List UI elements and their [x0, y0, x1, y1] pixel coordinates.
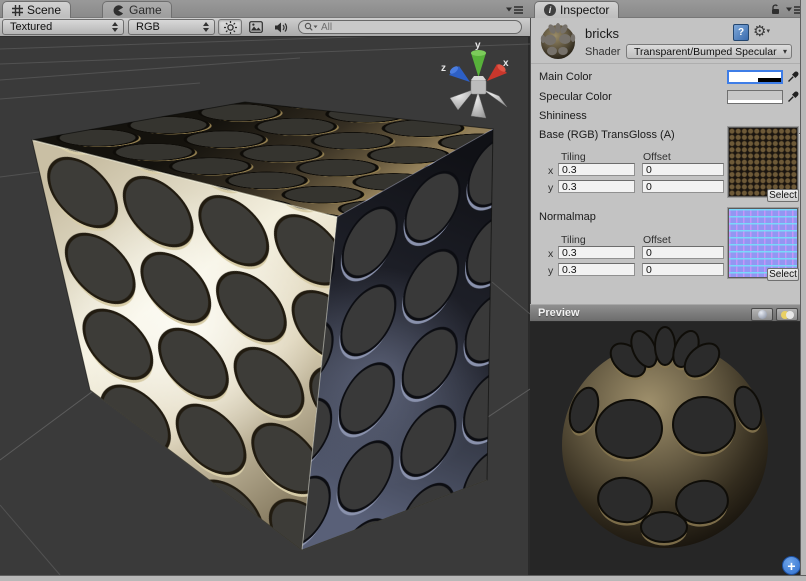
scene-audio-button[interactable] — [269, 19, 293, 35]
row-y-label: y — [548, 265, 553, 277]
header-divider — [531, 63, 806, 64]
preview-header[interactable]: Preview — [530, 304, 806, 322]
gear-icon: ⚙ — [753, 23, 766, 40]
tab-inspector[interactable]: i Inspector — [534, 1, 619, 18]
scene-panel: Scene Game Textured RGB — [0, 0, 530, 581]
gizmo-label-y: y — [475, 40, 481, 51]
scene-viewport[interactable]: y x z — [0, 37, 530, 575]
main-color-label: Main Color — [539, 71, 592, 83]
gizmo-label-z: z — [441, 63, 446, 74]
base-texture-thumbnail[interactable] — [728, 127, 798, 197]
normal-offset-x-field[interactable] — [642, 246, 724, 259]
base-tiling-x-field[interactable] — [558, 163, 635, 176]
preview-light-button[interactable] — [776, 308, 798, 321]
scene-search-input[interactable] — [321, 21, 515, 33]
scene-cube[interactable] — [32, 102, 493, 550]
inspector-body: bricks Shader Transparent/Bumped Specula… — [530, 18, 806, 304]
normal-tiling-y-field[interactable] — [558, 263, 635, 276]
base-texture-select-button[interactable]: Select — [767, 189, 799, 202]
alpha-bar — [758, 78, 781, 82]
add-button[interactable]: + — [782, 556, 801, 575]
offset-header: Offset — [643, 234, 671, 246]
info-icon: i — [544, 4, 556, 16]
color-channel-dropdown[interactable]: RGB — [128, 19, 215, 35]
row-x-label: x — [548, 165, 553, 177]
sphere-icon — [758, 310, 767, 319]
light-dot-white-icon — [786, 311, 794, 319]
alpha-bar — [728, 100, 782, 103]
offset-header: Offset — [643, 151, 671, 163]
row-y-label: y — [548, 182, 553, 194]
gizmo-axis-y[interactable] — [471, 53, 486, 77]
grid-icon — [12, 5, 23, 16]
eyedropper-icon[interactable] — [787, 70, 800, 83]
base-offset-x-field[interactable] — [642, 163, 724, 176]
eyedropper-icon[interactable] — [787, 90, 800, 103]
tab-inspector-label: Inspector — [560, 3, 609, 17]
gizmo-axis-neg-y[interactable] — [471, 92, 486, 118]
speaker-icon — [274, 21, 288, 34]
scene-render-effects-button[interactable] — [244, 19, 268, 35]
specular-color-swatch[interactable] — [727, 90, 783, 104]
material-preview-viewport[interactable]: + — [530, 322, 806, 575]
render-mode-value: Textured — [10, 21, 52, 33]
material-name: bricks — [585, 26, 619, 41]
inspector-tabstrip: i Inspector — [530, 0, 806, 18]
updown-arrows-icon — [202, 22, 209, 32]
preview-title: Preview — [538, 307, 580, 319]
shininess-label: Shininess — [539, 110, 587, 122]
normalmap-label: Normalmap — [539, 211, 596, 223]
window-right-edge[interactable] — [800, 0, 806, 581]
scene-tabstrip: Scene Game — [0, 0, 530, 18]
main-color-swatch[interactable] — [727, 70, 783, 84]
help-button[interactable]: ? — [733, 24, 749, 41]
specular-color-label: Specular Color — [539, 91, 612, 103]
color-channel-value: RGB — [136, 21, 160, 33]
base-map-label: Base (RGB) TransGloss (A) — [539, 129, 675, 141]
preview-sphere — [530, 322, 806, 575]
base-tiling-y-field[interactable] — [558, 180, 635, 193]
orientation-gizmo[interactable]: y x z — [441, 40, 509, 118]
normal-offset-y-field[interactable] — [642, 263, 724, 276]
game-icon — [112, 4, 125, 17]
preview-mesh-button[interactable] — [751, 308, 773, 321]
normalmap-select-button[interactable]: Select — [767, 268, 799, 281]
scene-lighting-button[interactable] — [218, 19, 242, 35]
inspector-panel: i Inspector — [530, 0, 806, 575]
shader-label: Shader — [585, 46, 620, 58]
plus-icon: + — [787, 559, 795, 573]
tiling-header: Tiling — [561, 234, 586, 246]
tiling-header: Tiling — [561, 151, 586, 163]
scene-search-field[interactable] — [298, 20, 522, 34]
image-icon — [249, 21, 263, 33]
tab-game-label: Game — [129, 3, 162, 17]
row-x-label: x — [548, 248, 553, 260]
help-icon: ? — [738, 27, 744, 38]
window-bottom-edge[interactable] — [0, 575, 806, 581]
scene-toolbar: Textured RGB — [0, 18, 530, 37]
shader-dropdown[interactable]: Transparent/Bumped Specular ▾ — [626, 44, 792, 59]
tab-game[interactable]: Game — [102, 1, 172, 18]
gizmo-label-x: x — [503, 58, 509, 69]
material-sphere-icon — [539, 22, 577, 60]
lock-icon[interactable] — [770, 4, 781, 15]
sun-icon — [224, 21, 237, 34]
shader-value: Transparent/Bumped Specular — [634, 46, 777, 58]
tab-scene[interactable]: Scene — [2, 1, 71, 18]
normal-tiling-x-field[interactable] — [558, 246, 635, 259]
render-mode-dropdown[interactable]: Textured — [2, 19, 124, 35]
search-icon — [304, 22, 318, 32]
base-offset-y-field[interactable] — [642, 180, 724, 193]
tab-scene-label: Scene — [27, 3, 61, 17]
updown-arrows-icon — [111, 22, 118, 32]
scene-panel-menu-icon[interactable] — [506, 5, 524, 15]
material-settings-button[interactable]: ⚙▾ — [753, 23, 775, 41]
chevron-down-icon: ▾ — [783, 47, 787, 56]
chevron-down-icon: ▾ — [766, 28, 770, 35]
